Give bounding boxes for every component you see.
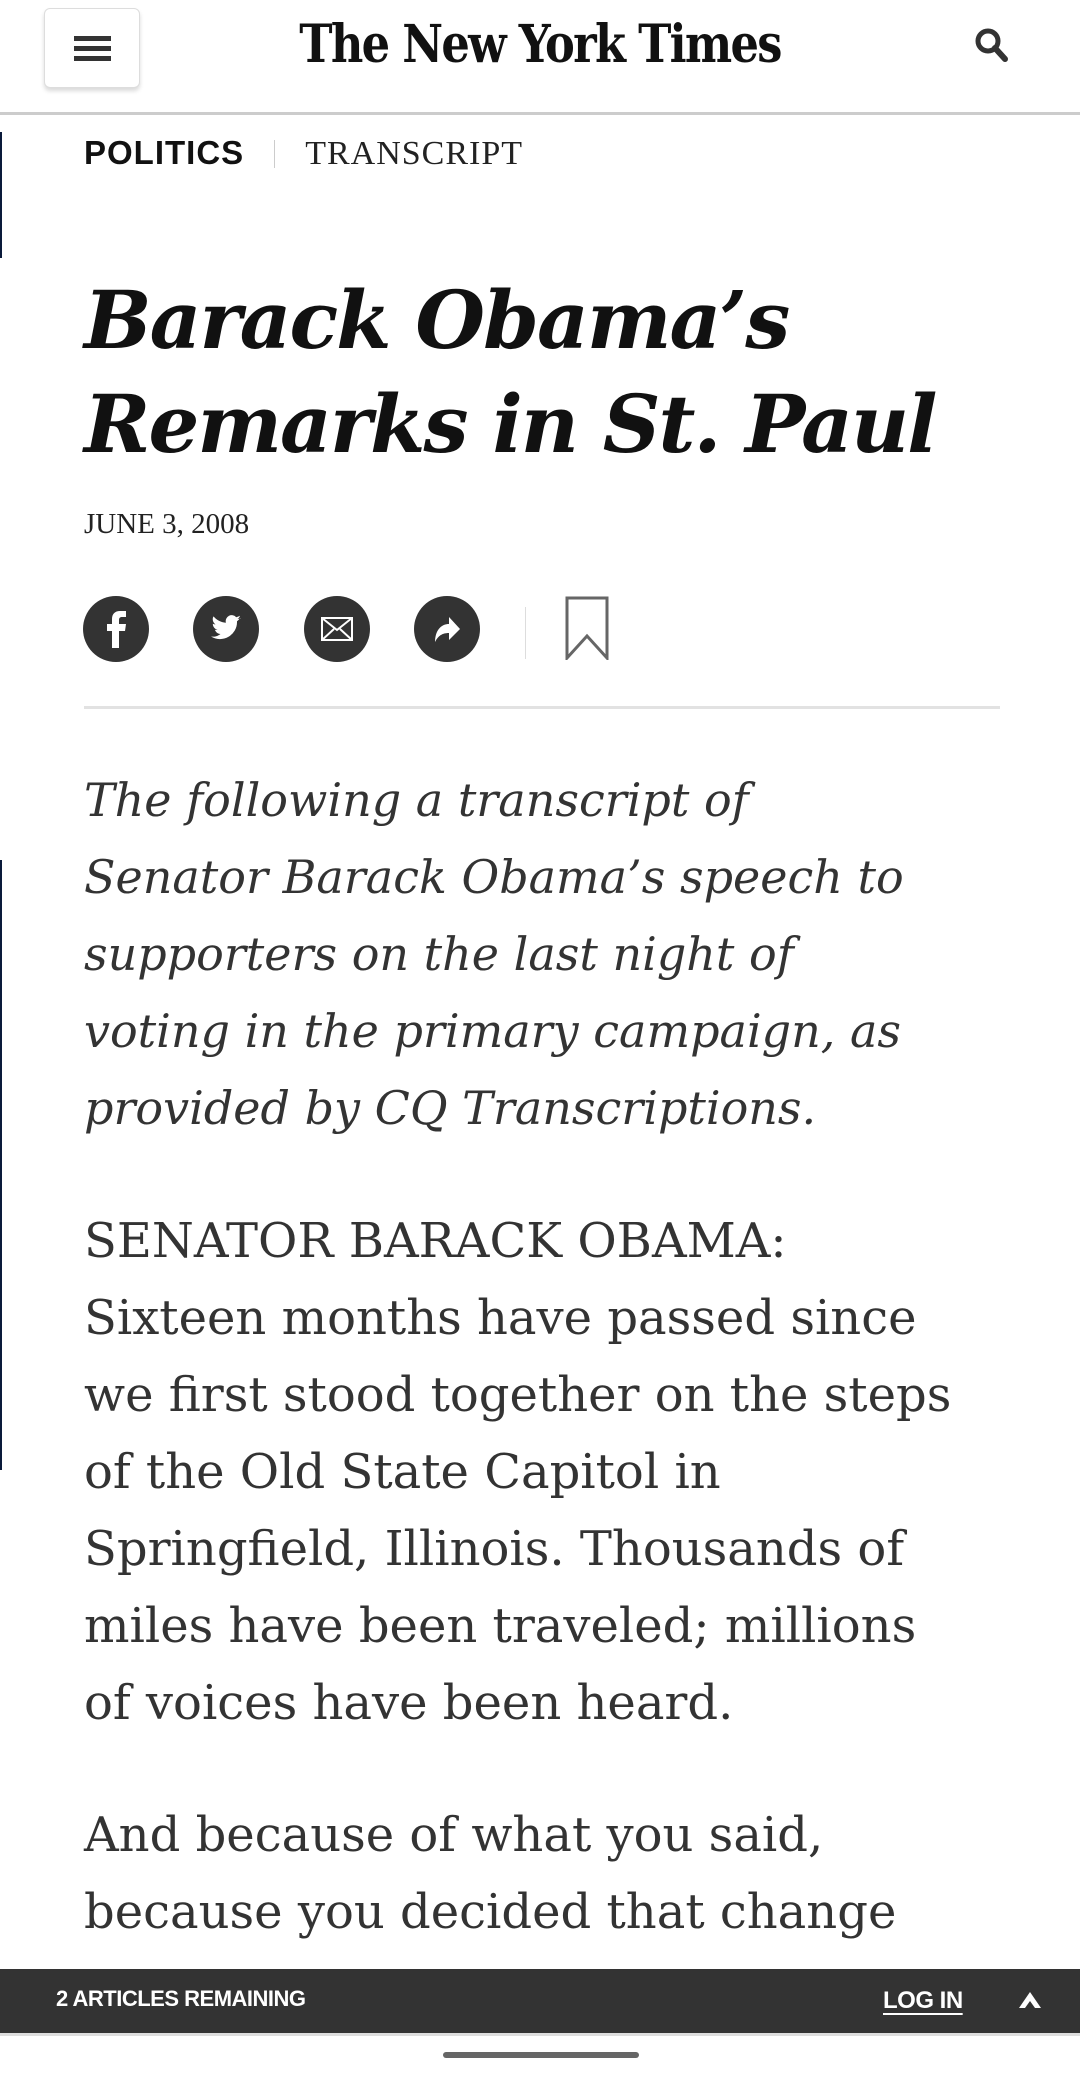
twitter-icon xyxy=(211,615,241,640)
kicker: POLITICS TRANSCRIPT xyxy=(84,132,523,175)
title-line: Barack Obama’s xyxy=(84,273,790,367)
summary-line: voting in the primary campaign, as xyxy=(84,1004,902,1058)
section-link[interactable]: POLITICS xyxy=(84,134,244,171)
hamburger-icon-bar xyxy=(74,56,111,61)
hamburger-icon xyxy=(74,36,111,41)
bookmark-icon xyxy=(565,596,609,662)
paragraph: And because of what you said, because yo… xyxy=(84,1797,1044,1951)
top-header: The New York Times xyxy=(0,0,1080,115)
nyt-logo[interactable]: The New York Times xyxy=(282,14,798,75)
body-line: of the Old State Capitol in xyxy=(84,1444,721,1500)
hamburger-icon-bar xyxy=(74,46,111,51)
summary-line: Senator Barack Obama’s speech to xyxy=(84,850,904,904)
twitter-share-button[interactable] xyxy=(193,596,259,662)
chevron-up-icon[interactable] xyxy=(1016,1989,1044,2017)
summary-line: supporters on the last night of xyxy=(84,927,794,981)
summary-line: The following a transcript of xyxy=(84,773,749,827)
kicker-divider xyxy=(274,140,276,168)
home-indicator[interactable] xyxy=(443,2052,639,2058)
article-summary: The following a transcript of Senator Ba… xyxy=(84,762,1024,1147)
left-edge-line xyxy=(0,860,2,1470)
paragraph: SENATOR BARACK OBAMA: Sixteen months hav… xyxy=(84,1203,1044,1742)
email-icon xyxy=(321,617,353,641)
email-share-button[interactable] xyxy=(304,596,370,662)
body-line: of voices have been heard. xyxy=(84,1675,734,1731)
left-edge-line xyxy=(0,132,2,258)
meter-bar: 2 ARTICLES REMAINING LOG IN xyxy=(0,1969,1080,2036)
body-line: And because of what you said, xyxy=(84,1807,824,1863)
summary-line: provided by CQ Transcriptions. xyxy=(84,1081,817,1135)
title-line: Remarks in St. Paul xyxy=(84,377,938,471)
article-body: SENATOR BARACK OBAMA: Sixteen months hav… xyxy=(84,1203,1044,1951)
share-divider xyxy=(525,607,526,659)
facebook-icon xyxy=(107,611,126,648)
body-line: we first stood together on the steps xyxy=(84,1367,952,1423)
article-type: TRANSCRIPT xyxy=(305,135,524,172)
bookmark-button[interactable] xyxy=(565,596,609,664)
body-line: miles have been traveled; millions xyxy=(84,1598,917,1654)
facebook-share-button[interactable] xyxy=(83,596,149,662)
article-title: Barack Obama’s Remarks in St. Paul xyxy=(84,268,1004,476)
divider xyxy=(84,706,1000,709)
body-line: Springfield, Illinois. Thousands of xyxy=(84,1521,905,1577)
articles-remaining: 2 ARTICLES REMAINING xyxy=(56,1986,306,2011)
more-share-button[interactable] xyxy=(414,596,480,662)
search-icon[interactable] xyxy=(970,24,1014,68)
body-line: Sixteen months have passed since xyxy=(84,1290,917,1346)
publish-date: JUNE 3, 2008 xyxy=(84,508,250,540)
menu-button[interactable] xyxy=(44,8,140,88)
body-line: because you decided that change xyxy=(84,1884,897,1940)
body-line: SENATOR BARACK OBAMA: xyxy=(84,1213,787,1269)
login-link[interactable]: LOG IN xyxy=(883,1987,963,2015)
share-icon xyxy=(435,617,460,642)
